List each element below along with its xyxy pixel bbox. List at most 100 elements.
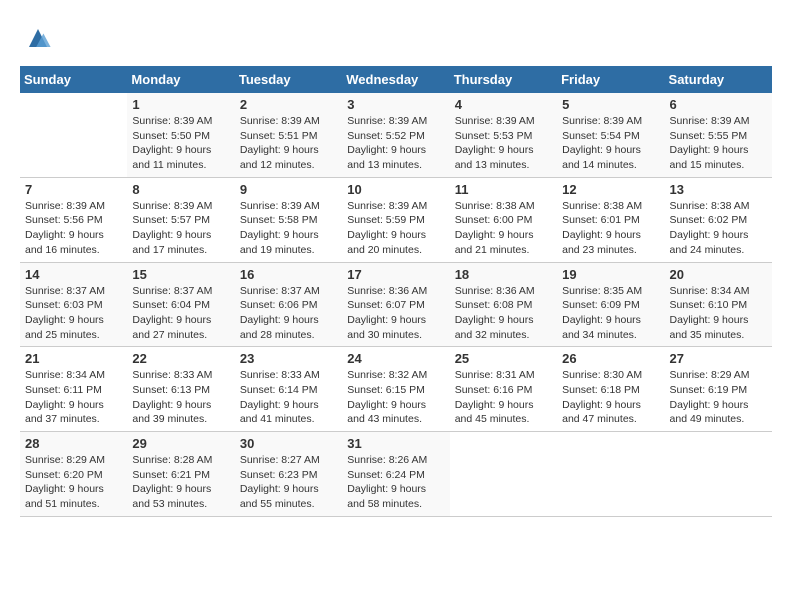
calendar-cell: 13Sunrise: 8:38 AMSunset: 6:02 PMDayligh… bbox=[665, 177, 772, 262]
day-number: 28 bbox=[25, 436, 122, 451]
cell-info: Sunrise: 8:33 AMSunset: 6:14 PMDaylight:… bbox=[240, 368, 337, 427]
calendar-cell bbox=[665, 432, 772, 517]
cell-info: Sunrise: 8:36 AMSunset: 6:07 PMDaylight:… bbox=[347, 284, 444, 343]
calendar-cell: 9 Sunrise: 8:39 AMSunset: 5:58 PMDaylight… bbox=[235, 177, 342, 262]
calendar-cell: 6 Sunrise: 8:39 AMSunset: 5:55 PMDaylight… bbox=[665, 93, 772, 177]
cell-info: Sunrise: 8:39 AMSunset: 5:54 PMDaylight:… bbox=[562, 114, 659, 173]
day-number: 21 bbox=[25, 351, 122, 366]
cell-info: Sunrise: 8:32 AMSunset: 6:15 PMDaylight:… bbox=[347, 368, 444, 427]
day-number: 24 bbox=[347, 351, 444, 366]
logo bbox=[20, 20, 62, 56]
cell-info: Sunrise: 8:34 AMSunset: 6:10 PMDaylight:… bbox=[670, 284, 767, 343]
day-number: 18 bbox=[455, 267, 552, 282]
day-number: 10 bbox=[347, 182, 444, 197]
day-number: 22 bbox=[132, 351, 229, 366]
weekday-header-sunday: Sunday bbox=[20, 66, 127, 93]
calendar-cell: 11 Sunrise: 8:38 AMSunset: 6:00 PMDayligh… bbox=[450, 177, 557, 262]
day-number: 20 bbox=[670, 267, 767, 282]
day-number: 1 bbox=[132, 97, 229, 112]
week-row-5: 28 Sunrise: 8:29 AMSunset: 6:20 PMDayligh… bbox=[20, 432, 772, 517]
weekday-header-tuesday: Tuesday bbox=[235, 66, 342, 93]
cell-info: Sunrise: 8:39 AMSunset: 5:53 PMDaylight:… bbox=[455, 114, 552, 173]
day-number: 12 bbox=[562, 182, 659, 197]
weekday-header-row: SundayMondayTuesdayWednesdayThursdayFrid… bbox=[20, 66, 772, 93]
week-row-1: 1 Sunrise: 8:39 AMSunset: 5:50 PMDaylight… bbox=[20, 93, 772, 177]
cell-info: Sunrise: 8:39 AMSunset: 5:57 PMDaylight:… bbox=[132, 199, 229, 258]
calendar-cell: 8 Sunrise: 8:39 AMSunset: 5:57 PMDaylight… bbox=[127, 177, 234, 262]
day-number: 29 bbox=[132, 436, 229, 451]
weekday-header-wednesday: Wednesday bbox=[342, 66, 449, 93]
day-number: 11 bbox=[455, 182, 552, 197]
day-number: 8 bbox=[132, 182, 229, 197]
logo-icon bbox=[20, 20, 56, 56]
day-number: 17 bbox=[347, 267, 444, 282]
day-number: 31 bbox=[347, 436, 444, 451]
cell-info: Sunrise: 8:36 AMSunset: 6:08 PMDaylight:… bbox=[455, 284, 552, 343]
calendar-cell: 17 Sunrise: 8:36 AMSunset: 6:07 PMDayligh… bbox=[342, 262, 449, 347]
day-number: 6 bbox=[670, 97, 767, 112]
cell-info: Sunrise: 8:29 AMSunset: 6:20 PMDaylight:… bbox=[25, 453, 122, 512]
day-number: 16 bbox=[240, 267, 337, 282]
cell-info: Sunrise: 8:28 AMSunset: 6:21 PMDaylight:… bbox=[132, 453, 229, 512]
calendar-cell bbox=[557, 432, 664, 517]
cell-info: Sunrise: 8:37 AMSunset: 6:04 PMDaylight:… bbox=[132, 284, 229, 343]
day-number: 14 bbox=[25, 267, 122, 282]
calendar-cell: 31Sunrise: 8:26 AMSunset: 6:24 PMDayligh… bbox=[342, 432, 449, 517]
weekday-header-friday: Friday bbox=[557, 66, 664, 93]
calendar-cell bbox=[450, 432, 557, 517]
day-number: 25 bbox=[455, 351, 552, 366]
cell-info: Sunrise: 8:37 AMSunset: 6:03 PMDaylight:… bbox=[25, 284, 122, 343]
weekday-header-monday: Monday bbox=[127, 66, 234, 93]
calendar-cell: 23 Sunrise: 8:33 AMSunset: 6:14 PMDayligh… bbox=[235, 347, 342, 432]
day-number: 30 bbox=[240, 436, 337, 451]
cell-info: Sunrise: 8:39 AMSunset: 5:55 PMDaylight:… bbox=[670, 114, 767, 173]
calendar-cell: 1 Sunrise: 8:39 AMSunset: 5:50 PMDaylight… bbox=[127, 93, 234, 177]
weekday-header-saturday: Saturday bbox=[665, 66, 772, 93]
day-number: 19 bbox=[562, 267, 659, 282]
calendar-table: SundayMondayTuesdayWednesdayThursdayFrid… bbox=[20, 66, 772, 517]
cell-info: Sunrise: 8:38 AMSunset: 6:00 PMDaylight:… bbox=[455, 199, 552, 258]
calendar-cell: 29 Sunrise: 8:28 AMSunset: 6:21 PMDayligh… bbox=[127, 432, 234, 517]
page-header bbox=[20, 20, 772, 56]
cell-info: Sunrise: 8:39 AMSunset: 5:51 PMDaylight:… bbox=[240, 114, 337, 173]
calendar-cell: 16 Sunrise: 8:37 AMSunset: 6:06 PMDayligh… bbox=[235, 262, 342, 347]
cell-info: Sunrise: 8:34 AMSunset: 6:11 PMDaylight:… bbox=[25, 368, 122, 427]
calendar-cell bbox=[20, 93, 127, 177]
day-number: 5 bbox=[562, 97, 659, 112]
cell-info: Sunrise: 8:37 AMSunset: 6:06 PMDaylight:… bbox=[240, 284, 337, 343]
calendar-cell: 22Sunrise: 8:33 AMSunset: 6:13 PMDayligh… bbox=[127, 347, 234, 432]
cell-info: Sunrise: 8:39 AMSunset: 5:59 PMDaylight:… bbox=[347, 199, 444, 258]
cell-info: Sunrise: 8:27 AMSunset: 6:23 PMDaylight:… bbox=[240, 453, 337, 512]
calendar-cell: 2Sunrise: 8:39 AMSunset: 5:51 PMDaylight… bbox=[235, 93, 342, 177]
day-number: 23 bbox=[240, 351, 337, 366]
cell-info: Sunrise: 8:29 AMSunset: 6:19 PMDaylight:… bbox=[670, 368, 767, 427]
calendar-cell: 20 Sunrise: 8:34 AMSunset: 6:10 PMDayligh… bbox=[665, 262, 772, 347]
calendar-cell: 24 Sunrise: 8:32 AMSunset: 6:15 PMDayligh… bbox=[342, 347, 449, 432]
week-row-3: 14 Sunrise: 8:37 AMSunset: 6:03 PMDayligh… bbox=[20, 262, 772, 347]
cell-info: Sunrise: 8:39 AMSunset: 5:52 PMDaylight:… bbox=[347, 114, 444, 173]
calendar-cell: 7Sunrise: 8:39 AMSunset: 5:56 PMDaylight… bbox=[20, 177, 127, 262]
week-row-2: 7Sunrise: 8:39 AMSunset: 5:56 PMDaylight… bbox=[20, 177, 772, 262]
weekday-header-thursday: Thursday bbox=[450, 66, 557, 93]
calendar-cell: 4 Sunrise: 8:39 AMSunset: 5:53 PMDaylight… bbox=[450, 93, 557, 177]
day-number: 3 bbox=[347, 97, 444, 112]
day-number: 27 bbox=[670, 351, 767, 366]
day-number: 15 bbox=[132, 267, 229, 282]
cell-info: Sunrise: 8:39 AMSunset: 5:50 PMDaylight:… bbox=[132, 114, 229, 173]
calendar-cell: 30 Sunrise: 8:27 AMSunset: 6:23 PMDayligh… bbox=[235, 432, 342, 517]
cell-info: Sunrise: 8:38 AMSunset: 6:01 PMDaylight:… bbox=[562, 199, 659, 258]
day-number: 4 bbox=[455, 97, 552, 112]
cell-info: Sunrise: 8:39 AMSunset: 5:58 PMDaylight:… bbox=[240, 199, 337, 258]
calendar-cell: 21 Sunrise: 8:34 AMSunset: 6:11 PMDayligh… bbox=[20, 347, 127, 432]
day-number: 9 bbox=[240, 182, 337, 197]
calendar-cell: 26Sunrise: 8:30 AMSunset: 6:18 PMDayligh… bbox=[557, 347, 664, 432]
cell-info: Sunrise: 8:38 AMSunset: 6:02 PMDaylight:… bbox=[670, 199, 767, 258]
calendar-cell: 3 Sunrise: 8:39 AMSunset: 5:52 PMDaylight… bbox=[342, 93, 449, 177]
calendar-cell: 19Sunrise: 8:35 AMSunset: 6:09 PMDayligh… bbox=[557, 262, 664, 347]
calendar-cell: 25 Sunrise: 8:31 AMSunset: 6:16 PMDayligh… bbox=[450, 347, 557, 432]
calendar-cell: 27 Sunrise: 8:29 AMSunset: 6:19 PMDayligh… bbox=[665, 347, 772, 432]
calendar-cell: 28 Sunrise: 8:29 AMSunset: 6:20 PMDayligh… bbox=[20, 432, 127, 517]
cell-info: Sunrise: 8:31 AMSunset: 6:16 PMDaylight:… bbox=[455, 368, 552, 427]
calendar-cell: 14 Sunrise: 8:37 AMSunset: 6:03 PMDayligh… bbox=[20, 262, 127, 347]
calendar-cell: 18 Sunrise: 8:36 AMSunset: 6:08 PMDayligh… bbox=[450, 262, 557, 347]
